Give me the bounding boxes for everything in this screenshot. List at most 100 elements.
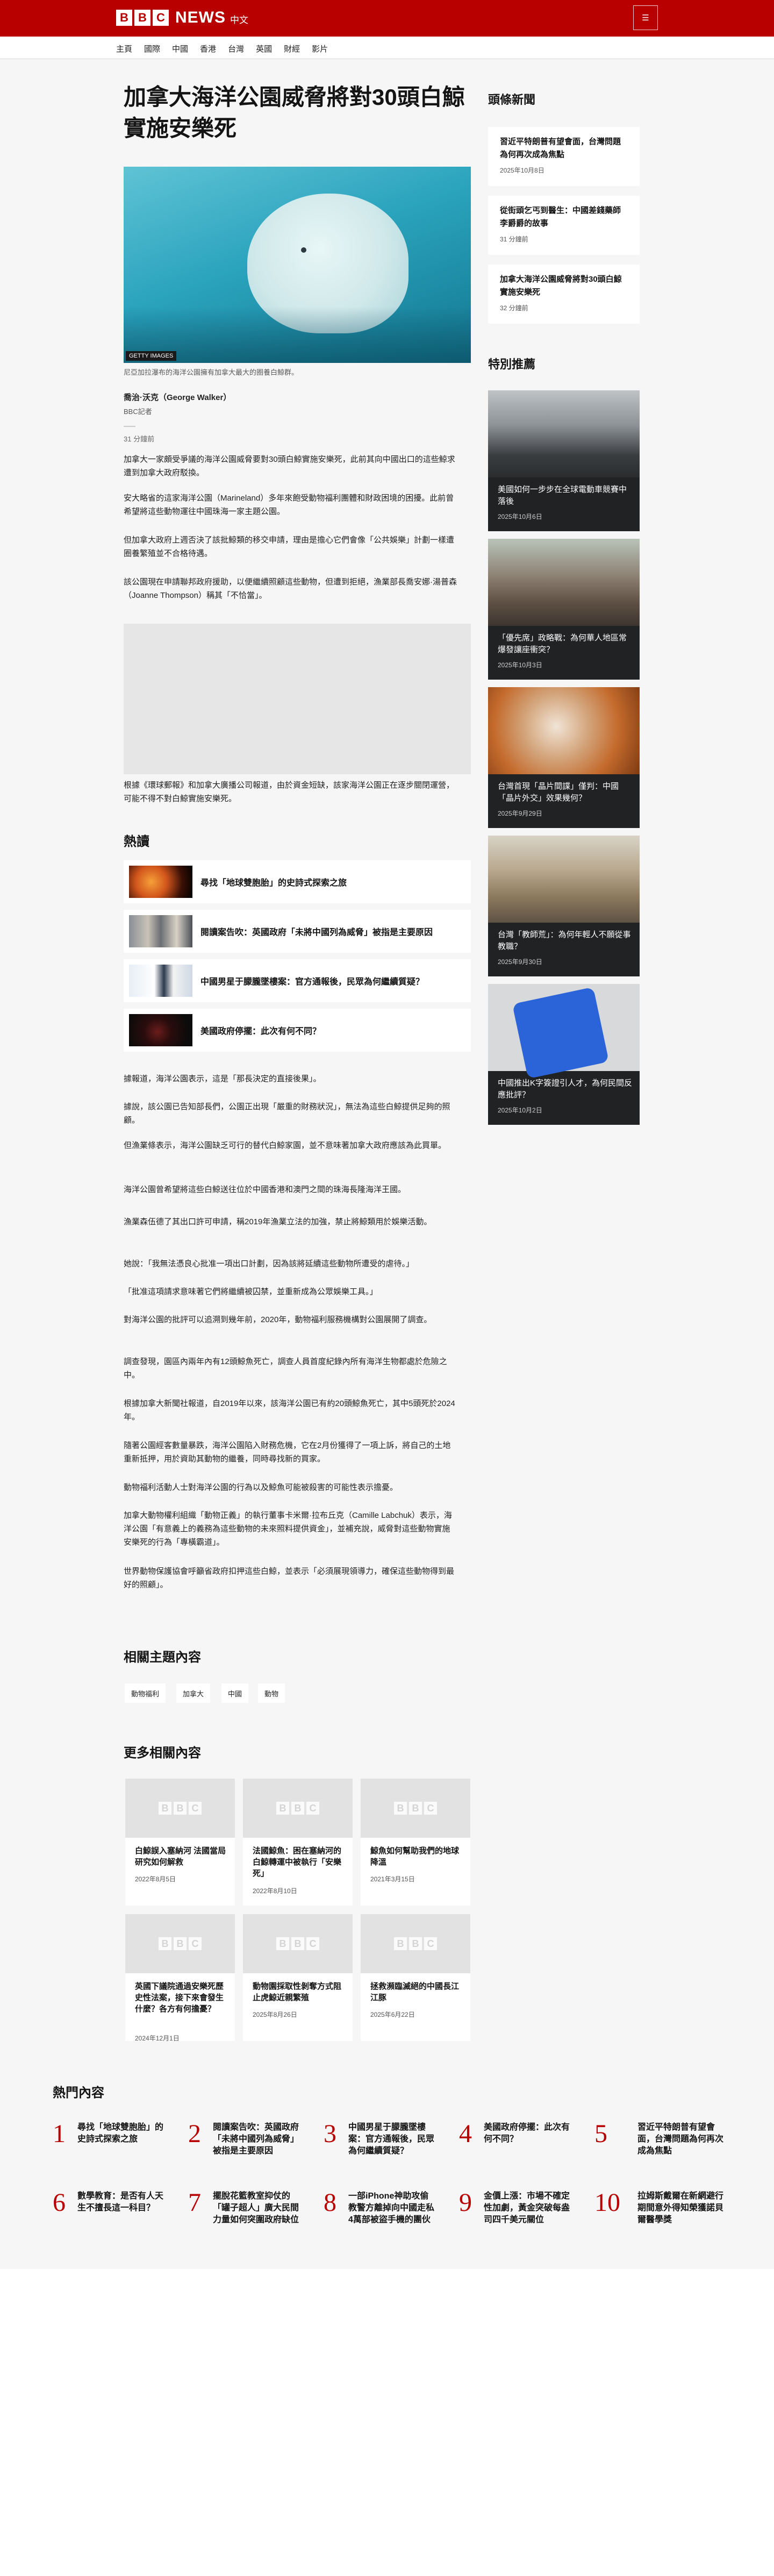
most-read-rank: 6: [53, 2188, 66, 2217]
related-card-date: 2022年8月10日: [253, 1887, 297, 1895]
related-card[interactable]: BBC 動物園採取性剝奪方式阻止虎鯨近親繁殖 2025年8月26日: [243, 1914, 353, 2041]
most-read-rank: 8: [324, 2188, 336, 2217]
hot-topic-title: 美國政府停擺：此次有何不同？: [200, 1027, 321, 1036]
bbc-placeholder-logo: BBC: [276, 1937, 319, 1950]
related-card[interactable]: BBC 拯救瀕臨滅絕的中國長江江豚 2025年6月22日: [361, 1914, 470, 2041]
publish-time: 31 分鐘前: [124, 435, 155, 443]
most-read-rank: 10: [594, 2188, 620, 2217]
featured-card[interactable]: 美國如何一步步在全球電動車競賽中落後 2025年10月6日: [488, 390, 640, 531]
article-paragraph: 根據加拿大新聞社報道，自2019年以來，該海洋公園已有約20頭鯨魚死亡，其中5頭…: [124, 1399, 455, 1422]
news-wordmark: NEWS: [175, 9, 226, 26]
article-paragraph: 「批准這項請求意味著它們將繼續被囚禁，並重新成為公眾娛樂工具。」: [124, 1287, 378, 1296]
hot-topic-item[interactable]: 尋找「地球雙胞胎」的史詩式探索之旅: [124, 860, 471, 903]
nav-item-business[interactable]: 財經: [284, 43, 300, 54]
top-news-date: 32 分鐘前: [500, 304, 528, 312]
hot-topic-item[interactable]: 美國政府停擺：此次有何不同？: [124, 1009, 471, 1052]
topic-tag[interactable]: 動物福利: [125, 1683, 166, 1703]
article-paragraph: 漁業森伍德了其出口許可申請，稱2019年漁業立法的加強，禁止將鯨類用於娛樂活動。: [124, 1217, 432, 1226]
bbc-news-logo[interactable]: B B C NEWS 中文: [116, 9, 248, 27]
related-card-title: 動物園採取性剝奪方式阻止虎鯨近親繁殖: [253, 1982, 342, 2002]
bbc-placeholder-logo: BBC: [159, 1937, 202, 1950]
related-card-image: BBC: [125, 1914, 235, 1973]
featured-card[interactable]: 中國推出K字簽證引人才，為何民間反應批評？ 2025年10月2日: [488, 984, 640, 1125]
hot-topic-title: 尋找「地球雙胞胎」的史詩式探索之旅: [200, 879, 347, 888]
most-read-item[interactable]: 4 美國政府停擺：此次有何不同？: [459, 2121, 593, 2180]
related-card[interactable]: BBC 鯨魚如何幫助我們的地球降溫 2021年3月15日: [361, 1779, 470, 1906]
most-read-title: 一部iPhone神助攻偷教警方離掉向中國走私4萬部被盜手機的團伙: [348, 2192, 435, 2224]
bbc-logo-letter: C: [153, 10, 169, 26]
article-paragraph: 世界動物保護協會呼籲省政府扣押這些白鯨，並表示「必須展現領導力，確保這些動物得到…: [124, 1567, 455, 1589]
related-card-title: 鯨魚如何幫助我們的地球降溫: [370, 1846, 460, 1867]
nav-item-hongkong[interactable]: 香港: [200, 43, 216, 54]
most-read-item[interactable]: 6 數學教育：是否有人天生不擅長這一科目？: [53, 2189, 187, 2249]
related-card-title: 白鯨誤入塞納河 法國當局研究如何解救: [135, 1846, 226, 1867]
bbc-placeholder-logo: BBC: [394, 1937, 437, 1950]
top-news-card[interactable]: 習近平特朗普有望會面，台灣問題為何再次成為焦點 2025年10月8日: [488, 127, 640, 186]
article-paragraph: 對海洋公園的批評可以追溯到幾年前，2020年，動物福利服務機構對公園展開了調查。: [124, 1315, 432, 1324]
top-news-title: 加拿大海洋公園威脅將對30頭白鯨實施安樂死: [500, 275, 622, 297]
featured-card-date: 2025年10月6日: [498, 513, 542, 520]
beluga-eye: [301, 247, 306, 253]
related-card-image: BBC: [243, 1914, 353, 1973]
byline: 喬治·沃克（George Walker） BBC記者: [124, 391, 231, 416]
most-read-item[interactable]: 3 中國男星于朦朧墜樓案：官方通報後，民眾為何繼續質疑？: [324, 2121, 458, 2180]
article-paragraph: 加拿大動物權利組織「動物正義」的執行董事卡米爾·拉布丘克（Camille Lab…: [124, 1511, 452, 1547]
featured-card-title: 台灣「教師荒」：為何年輕人不願從事教職？: [498, 930, 631, 951]
top-news-card[interactable]: 從街頭乞丐到醫生：中國差錢藥師李爵爵的故事 31 分鐘前: [488, 196, 640, 255]
top-news-date: 31 分鐘前: [500, 236, 528, 243]
most-read-rank: 9: [459, 2188, 472, 2217]
featured-card-title: 「優先席」政略戰：為何華人地區常爆發讓座衝突？: [498, 633, 627, 654]
article-paragraph: 安大略省的這家海洋公園（Marineland）多年來飽受動物福利團體和財政困境的…: [124, 494, 454, 516]
topic-tag[interactable]: 加拿大: [176, 1683, 211, 1703]
bbc-placeholder-logo: BBC: [276, 1802, 319, 1815]
most-read-item[interactable]: 9 金價上漲：市場不確定性加劇，黃金突破每盎司四千美元關位: [459, 2189, 593, 2249]
article-paragraph: 海洋公園曾希望將這些白鯨送往位於中國香港和澳門之間的珠海長隆海洋王國。: [124, 1185, 406, 1194]
nav-item-world[interactable]: 國際: [144, 43, 160, 54]
most-read-title: 拉姆斯戴爾在新網避行期間意外得知榮獲諾貝爾醫學獎: [637, 2192, 724, 2224]
embedded-media-placeholder[interactable]: [124, 624, 471, 774]
featured-card[interactable]: 台灣「教師荒」：為何年輕人不願從事教職？ 2025年9月30日: [488, 836, 640, 976]
topic-tag[interactable]: 中國: [221, 1683, 249, 1703]
bbc-placeholder-logo: BBC: [394, 1802, 437, 1815]
phone-icon: [512, 987, 610, 1079]
related-card[interactable]: BBC 法國鯨魚：困在塞納河的白鯨轉運中被執行「安樂死」 2022年8月10日: [243, 1779, 353, 1906]
nav-item-video[interactable]: 影片: [312, 43, 328, 54]
hot-topic-item[interactable]: 中國男星于朦朧墜樓案：官方通報後，民眾為何繼續質疑？: [124, 959, 471, 1002]
featured-card-title: 美國如何一步步在全球電動車競賽中落後: [498, 485, 627, 506]
related-card[interactable]: BBC 白鯨誤入塞納河 法國當局研究如何解救 2022年8月5日: [125, 1779, 235, 1906]
featured-card-image: [488, 539, 640, 626]
author-role: BBC記者: [124, 408, 152, 416]
hot-topic-thumbnail: [129, 915, 192, 947]
menu-button[interactable]: ☰: [633, 5, 658, 30]
related-card[interactable]: BBC 英國下議院通過安樂死歷史性法案，接下來會發生什麼？各方有何擔憂？ 202…: [125, 1914, 235, 2041]
nav-item-china[interactable]: 中國: [172, 43, 188, 54]
most-read-rank: 7: [188, 2188, 201, 2217]
nav-item-taiwan[interactable]: 台灣: [228, 43, 244, 54]
featured-card-date: 2025年9月30日: [498, 958, 542, 966]
bbc-logo-letter: B: [116, 10, 132, 26]
most-read-item[interactable]: 2 閱讀案告吹：英國政府「未將中國列為威脅」被指是主要原因: [188, 2121, 322, 2180]
most-read-title: 習近平特朗普有望會面，台灣問題為何再次成為焦點: [637, 2123, 724, 2156]
most-read-item[interactable]: 8 一部iPhone神助攻偷教警方離掉向中國走私4萬部被盜手機的團伙: [324, 2189, 458, 2249]
most-read-title: 數學教育：是否有人天生不擅長這一科目？: [77, 2192, 164, 2213]
related-card-image: BBC: [125, 1779, 235, 1838]
top-news-title: 從街頭乞丐到醫生：中國差錢藥師李爵爵的故事: [500, 206, 621, 228]
section-nav: 主頁 國際 中國 香港 台灣 英國 財經 影片: [0, 37, 774, 59]
featured-card[interactable]: 「優先席」政略戰：為何華人地區常爆發讓座衝突？ 2025年10月3日: [488, 539, 640, 680]
topic-tag[interactable]: 動物: [258, 1683, 285, 1703]
featured-card-image: [488, 836, 640, 923]
most-read-item[interactable]: 1 尋找「地球雙胞胎」的史詩式探索之旅: [53, 2121, 187, 2180]
hot-topic-item[interactable]: 閱讀案告吹：英國政府「未將中國列為威脅」被指是主要原因: [124, 910, 471, 953]
most-read-item[interactable]: 7 擺脫花籃教室抑仗的「罐子超人」廣大民間力量如何突圍政府缺位: [188, 2189, 322, 2249]
nav-item-uk[interactable]: 英國: [256, 43, 272, 54]
top-news-date: 2025年10月8日: [500, 167, 544, 174]
most-read-item[interactable]: 10 拉姆斯戴爾在新網避行期間意外得知榮獲諾貝爾醫學獎: [594, 2189, 729, 2249]
most-read-title: 中國男星于朦朧墜樓案：官方通報後，民眾為何繼續質疑？: [348, 2123, 435, 2156]
featured-card[interactable]: 台灣首現「晶片間諜」僅判：中國「晶片外交」效果幾何？ 2025年9月29日: [488, 687, 640, 828]
most-read-rank: 3: [324, 2120, 336, 2148]
top-news-card[interactable]: 加拿大海洋公園威脅將對30頭白鯨實施安樂死 32 分鐘前: [488, 265, 640, 324]
nav-item-home[interactable]: 主頁: [116, 43, 132, 54]
most-read-item[interactable]: 5 習近平特朗普有望會面，台灣問題為何再次成為焦點: [594, 2121, 729, 2180]
byline-divider: [124, 426, 135, 427]
hot-topic-thumbnail: [129, 1014, 192, 1046]
